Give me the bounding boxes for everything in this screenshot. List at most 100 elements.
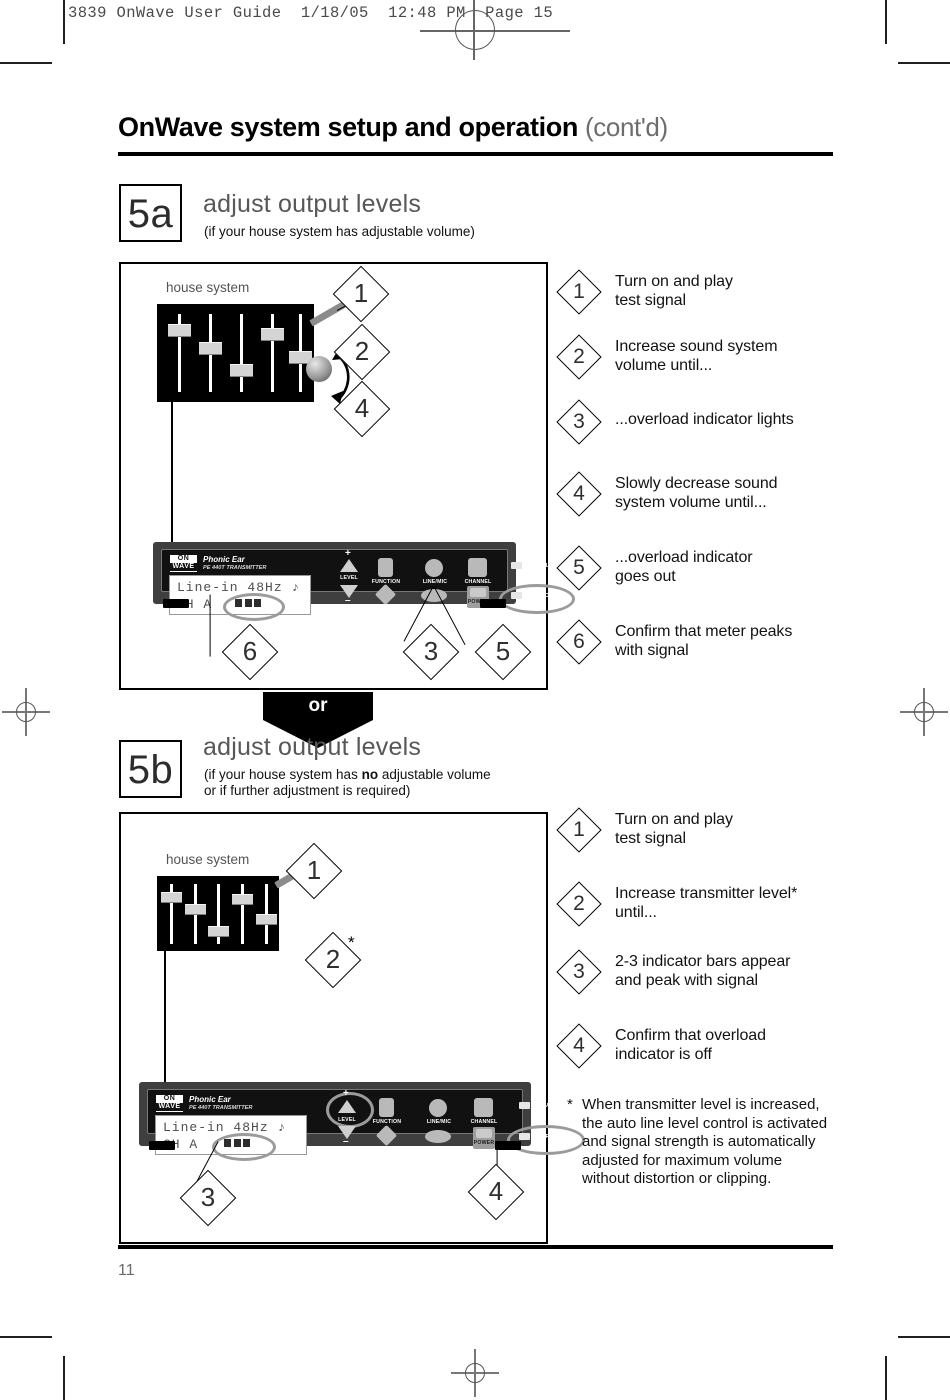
section-a-transmitter: ON WAVE Phonic Ear PE 440T TRANSMITTER L… — [153, 542, 575, 621]
crop-mark-bottom-right-h — [898, 1336, 950, 1338]
step-text-4: Confirm that overload indicator is off — [615, 1027, 766, 1063]
line-mic-button[interactable] — [425, 559, 443, 577]
section-b-subtitle-post: adjustable volume — [378, 767, 491, 782]
level-up-button[interactable] — [340, 559, 358, 572]
fader-cap[interactable] — [256, 914, 277, 925]
section-b-subtitle-pre: (if your house system has — [204, 767, 362, 782]
step-marker-4: 4 — [556, 1023, 602, 1069]
level-plus-label: + — [345, 548, 351, 559]
section-b-subtitle-line2: or if further adjustment is required) — [204, 783, 411, 798]
level-label: LEVEL — [338, 1117, 356, 1123]
transmitter-model: PE 440T TRANSMITTER — [189, 1105, 253, 1111]
step-marker-2: 2 — [556, 881, 602, 927]
step-text-3: ...overload indicator lights — [615, 411, 794, 428]
line-mic-button[interactable] — [429, 1099, 447, 1117]
fader-cap[interactable] — [161, 892, 182, 903]
lcd-line-1-text: Line-in 48Hz — [177, 580, 283, 595]
step-marker-1: 1 — [556, 269, 602, 315]
lcd-music-note-icon: ♪ — [277, 1120, 287, 1135]
section-a-overload-highlight — [499, 584, 575, 614]
fader-cap[interactable] — [261, 328, 284, 341]
step-text-6: Confirm that meter peaks with signal — [615, 623, 793, 659]
channel-button[interactable] — [474, 1098, 493, 1117]
fader-cap[interactable] — [232, 894, 253, 905]
onwave-logo-line1: ON — [177, 555, 190, 562]
page-title: OnWave system setup and operation (cont'… — [118, 112, 668, 143]
crop-mark-bottom-left-v — [63, 1356, 65, 1400]
transmitter-faceplate: ON WAVE Phonic Ear PE 440T TRANSMITTER L… — [147, 1088, 585, 1161]
function-button[interactable] — [378, 558, 393, 577]
callout-1: 1 — [332, 265, 390, 323]
speech-music-button[interactable] — [375, 1124, 398, 1147]
crop-mark-bottom-left-h — [0, 1336, 52, 1338]
line-mic-label: LINE/MIC — [422, 579, 448, 585]
footnote-text: When transmitter level is increased, the… — [582, 1096, 828, 1187]
fader-track — [271, 314, 274, 392]
fader-track — [240, 314, 243, 392]
crop-mark-top-left-h — [0, 62, 52, 64]
step-text-2: Increase transmitter level* until... — [615, 885, 798, 921]
onwave-logo-line1: ON — [163, 1095, 176, 1102]
section-b-cable — [164, 951, 166, 1103]
section-a-badge: 5a — [119, 184, 182, 242]
section-b-callout-1: 1 — [285, 842, 343, 900]
bottom-divider — [118, 1245, 833, 1249]
lcd-line-1: Line-in 48Hz ♪ — [163, 1120, 286, 1135]
fader-cap[interactable] — [208, 926, 229, 937]
fader-cap[interactable] — [199, 342, 222, 355]
line-mic-label: LINE/MIC — [426, 1119, 452, 1125]
step-marker-4: 4 — [556, 471, 602, 517]
registration-mark-top-vertical — [473, 0, 475, 60]
fader-cap[interactable] — [168, 324, 191, 337]
onwave-logo-line2: WAVE — [170, 563, 197, 571]
callout-6: 6 — [221, 623, 279, 681]
section-a-title: adjust output levels — [203, 190, 422, 218]
registration-mark-right — [900, 688, 948, 736]
section-b-illustration-panel: house system 1 2 * ON WAVE Phonic Ear PE… — [119, 812, 585, 1244]
step-text-1: Turn on and play test signal — [615, 273, 733, 309]
fader-cap[interactable] — [185, 904, 206, 915]
registration-mark-left — [2, 688, 50, 736]
page-title-main: OnWave system setup and operation — [118, 112, 578, 142]
bass-cut-label: BASS CUT — [424, 1147, 454, 1153]
speech-music-label: SPEECH/MUSIC — [365, 606, 407, 612]
step-marker-1: 1 — [556, 807, 602, 853]
callout-3: 3 — [402, 623, 460, 681]
step-marker-6: 6 — [556, 619, 602, 665]
registration-mark-top — [455, 10, 495, 50]
section-a-subtitle: (if your house system has adjustable vol… — [204, 224, 475, 239]
transmitter-foot-right — [495, 1141, 521, 1150]
fader-track — [241, 884, 244, 944]
onwave-logo-line2: WAVE — [156, 1103, 183, 1111]
fader-cap[interactable] — [230, 364, 253, 377]
transmitter-foot-right — [480, 599, 506, 608]
or-banner-label: or — [308, 695, 328, 716]
transmitter-brand: Phonic Ear — [189, 1095, 231, 1104]
step-text-2: Increase sound system volume until... — [615, 338, 778, 374]
section-b-footnote: * When transmitter level is increased, t… — [567, 1096, 829, 1189]
page-title-continued: (cont'd) — [585, 112, 668, 142]
level-plus-label: + — [343, 1088, 349, 1099]
section-a-illustration-panel: house system ON WAVE Phonic Ear PE 440T … — [119, 262, 575, 690]
function-label: FUNCTION — [372, 1119, 402, 1125]
section-b-mixer-label: house system — [166, 852, 250, 867]
section-b-callout-4: 4 — [467, 1163, 525, 1221]
bass-cut-button[interactable] — [425, 1130, 451, 1143]
transmitter-model: PE 440T TRANSMITTER — [203, 565, 267, 571]
step-marker-3: 3 — [556, 399, 602, 445]
onwave-logo: ON WAVE — [170, 555, 197, 572]
power-label: POWER — [473, 1140, 495, 1146]
section-b-callout-3: 3 — [179, 1169, 237, 1227]
function-button[interactable] — [379, 1098, 394, 1117]
callout-5: 5 — [474, 623, 532, 681]
section-b-subtitle-emphasis: no — [361, 767, 379, 782]
section-b-subtitle: (if your house system has no adjustable … — [204, 767, 554, 799]
transmitter-faceplate: ON WAVE Phonic Ear PE 440T TRANSMITTER L… — [161, 548, 575, 621]
leader-line-6 — [209, 594, 211, 657]
section-b-callout-2-asterisk: * — [348, 933, 355, 952]
section-b-badge: 5b — [119, 740, 182, 798]
channel-label: CHANNEL — [464, 579, 492, 585]
lcd-music-note-icon: ♪ — [291, 580, 301, 595]
channel-button[interactable] — [468, 558, 487, 577]
speech-music-button[interactable] — [374, 583, 397, 606]
